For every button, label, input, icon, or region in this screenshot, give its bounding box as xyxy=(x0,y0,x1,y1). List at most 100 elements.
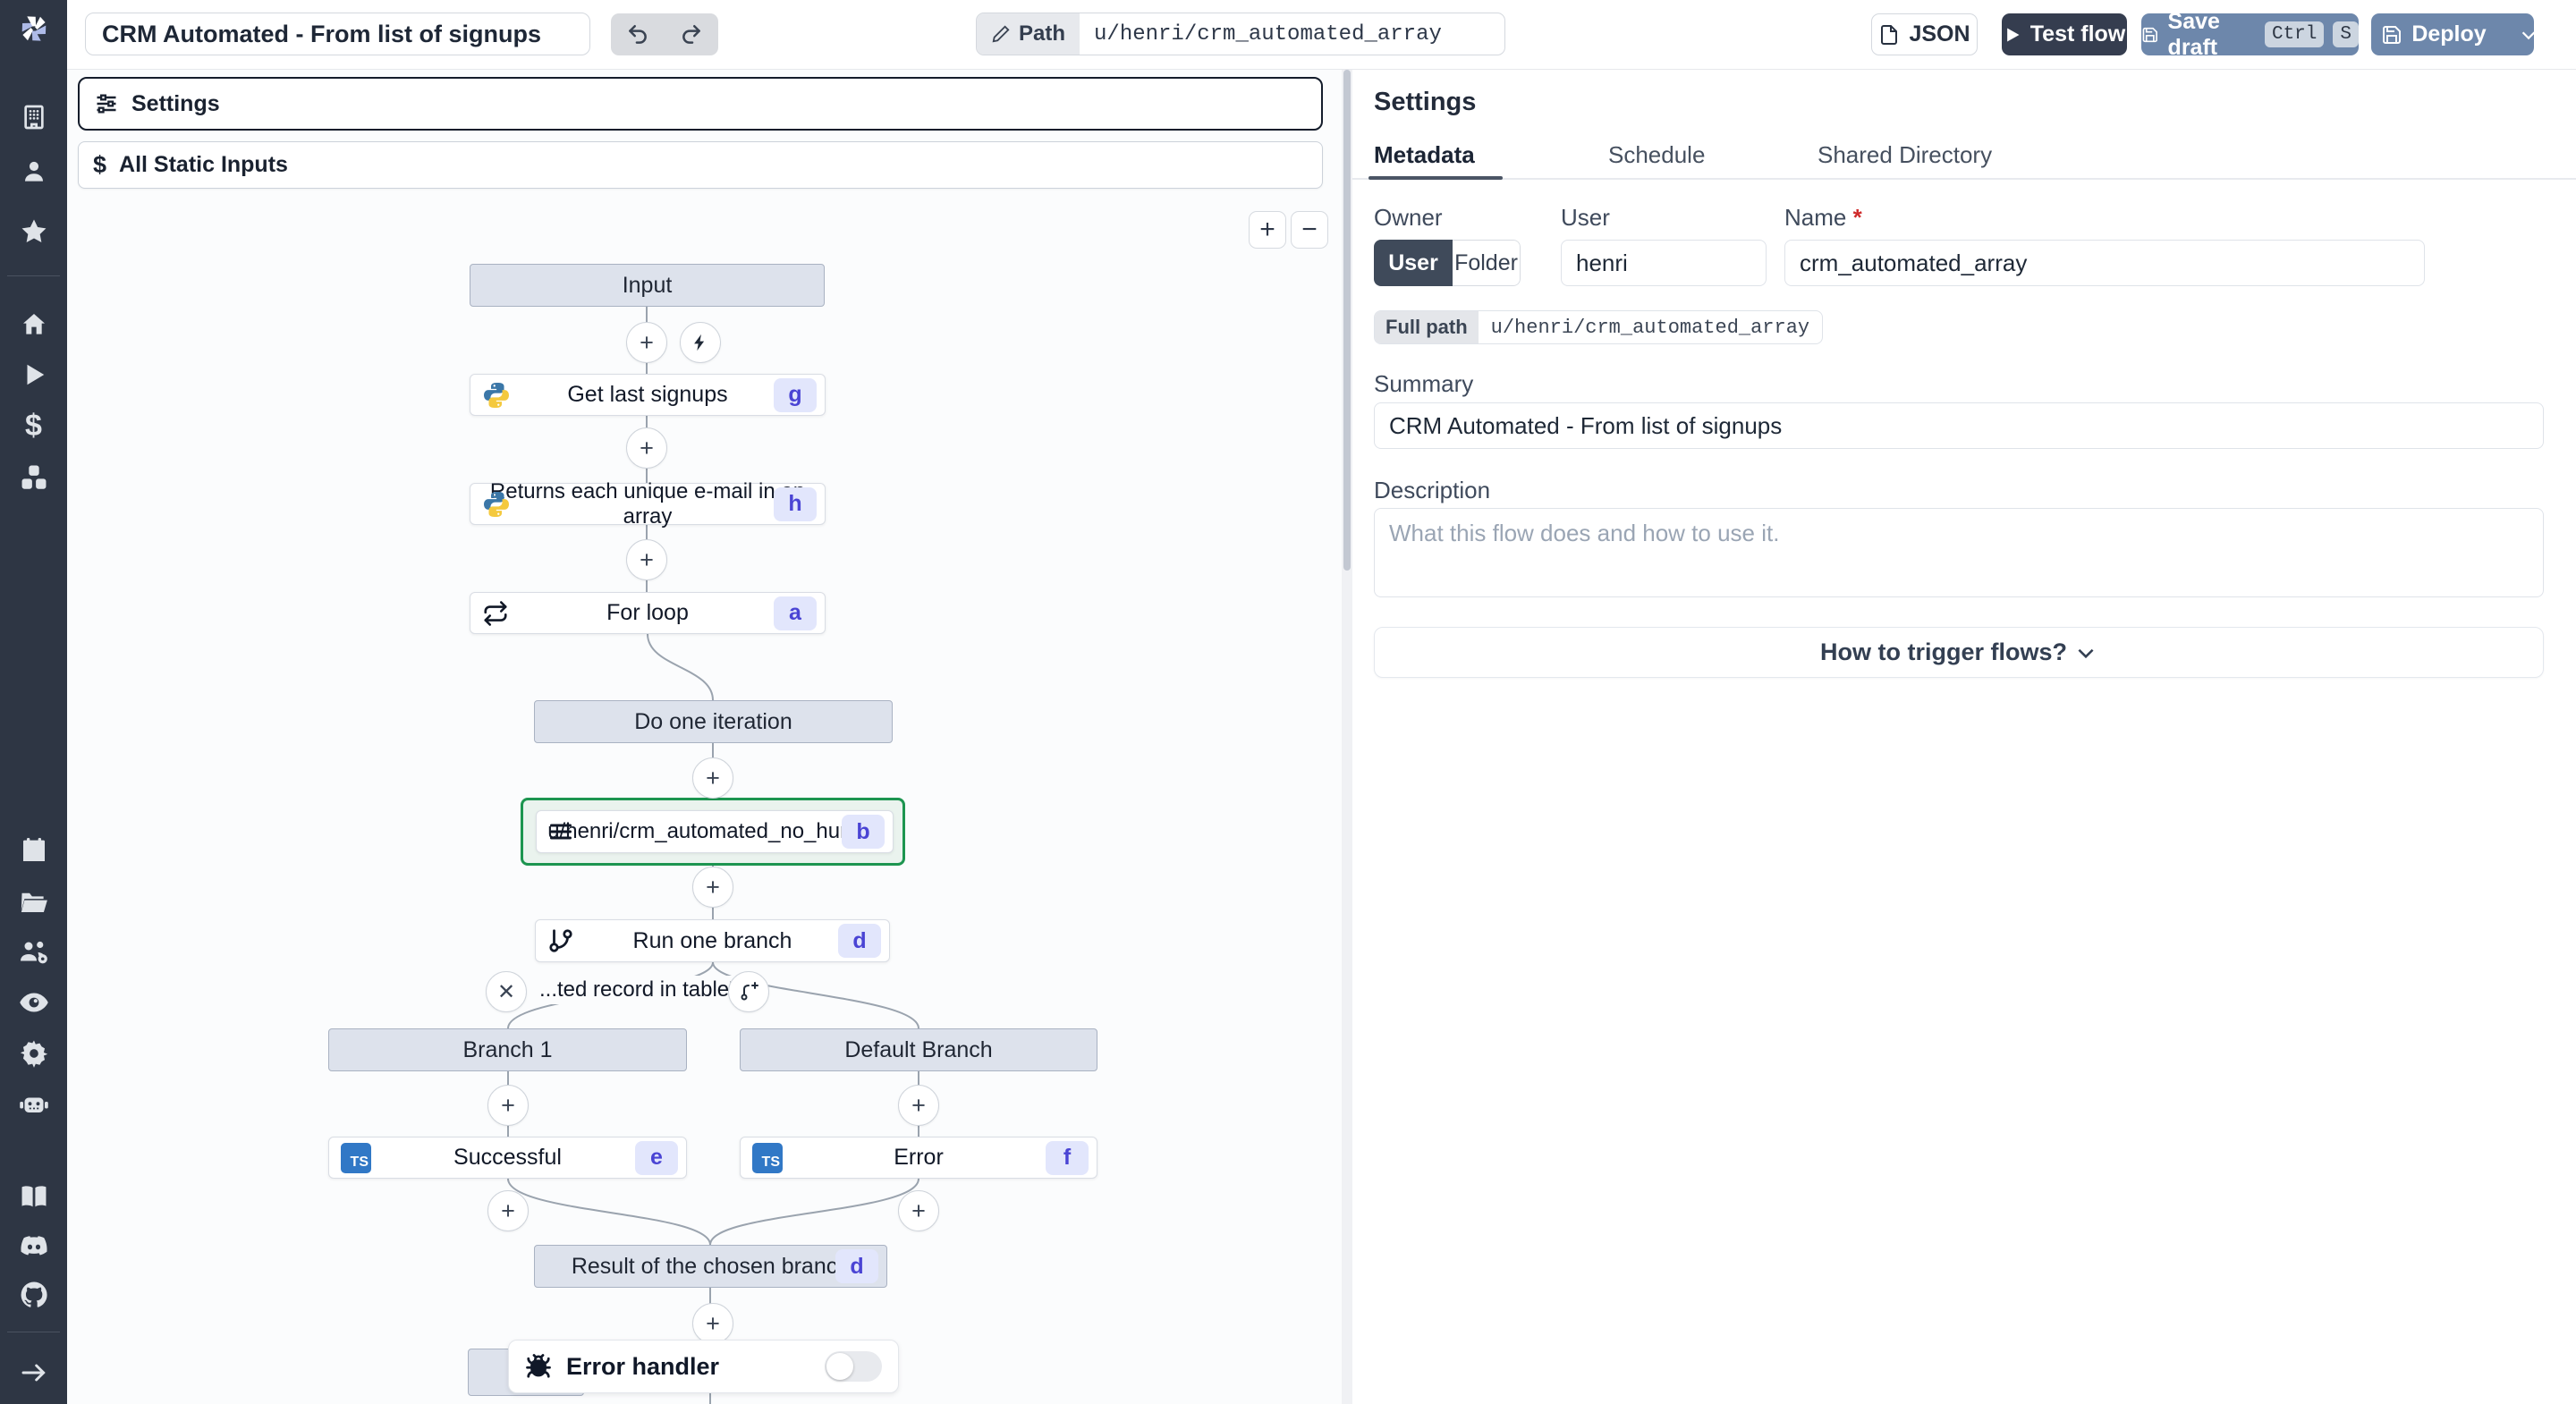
discord-icon[interactable] xyxy=(0,1229,67,1264)
branch-plus-icon xyxy=(741,982,758,1001)
node-successful[interactable]: TS Successful e xyxy=(328,1137,687,1179)
favorites-star-icon[interactable] xyxy=(0,214,67,250)
home-icon[interactable] xyxy=(0,307,67,343)
kbd-s: S xyxy=(2333,21,2359,47)
node-get-last-signups[interactable]: Get last signups g xyxy=(470,374,826,416)
pencil-icon xyxy=(992,25,1010,43)
tab-schedule[interactable]: Schedule xyxy=(1608,141,1705,169)
owner-segmented-control: User Folder xyxy=(1374,240,1521,286)
groups-icon[interactable] xyxy=(0,934,67,969)
node-returns-emails[interactable]: Returns each unique e-mail in an array h xyxy=(470,479,826,529)
bug-icon xyxy=(526,1354,551,1378)
resources-cubes-icon[interactable] xyxy=(0,460,67,495)
error-handler-card[interactable]: Error handler xyxy=(508,1340,899,1393)
redo-button[interactable] xyxy=(665,13,718,55)
add-step-button[interactable]: + xyxy=(898,1085,939,1126)
flow-title-input[interactable] xyxy=(85,13,590,55)
test-flow-button[interactable]: Test flow xyxy=(2002,13,2127,55)
how-to-trigger-button[interactable]: How to trigger flows? xyxy=(1374,627,2544,678)
description-textarea[interactable] xyxy=(1374,508,2544,597)
panel-divider-scrollbar[interactable] xyxy=(1342,70,1352,1404)
json-button[interactable]: JSON xyxy=(1871,13,1978,55)
trigger-zap-button[interactable] xyxy=(680,322,721,363)
add-step-button[interactable]: + xyxy=(626,322,667,363)
play-icon xyxy=(2006,28,2020,41)
settings-panel: Settings Metadata Schedule Shared Direct… xyxy=(1352,70,2576,1404)
undo-button[interactable] xyxy=(611,13,665,55)
add-step-button[interactable]: + xyxy=(692,757,733,799)
node-branch-1[interactable]: Branch 1 xyxy=(328,1028,687,1071)
python-icon xyxy=(482,381,511,410)
schedules-calendar-icon[interactable] xyxy=(0,833,67,868)
rail-divider xyxy=(7,275,60,276)
topbar: Path u/henri/crm_automated_array JSON Te… xyxy=(67,0,2576,70)
path-value[interactable]: u/henri/crm_automated_array xyxy=(1080,13,1456,55)
save-draft-button[interactable]: Save draft Ctrl S xyxy=(2141,9,2359,60)
owner-folder-option[interactable]: Folder xyxy=(1453,240,1521,286)
variables-dollar-icon[interactable]: $ xyxy=(0,408,67,444)
node-branch-result[interactable]: Result of the chosen branch d xyxy=(534,1245,887,1288)
scrollbar-thumb[interactable] xyxy=(1343,70,1351,571)
summary-input[interactable] xyxy=(1374,402,2544,449)
undo-redo-group xyxy=(611,13,718,55)
github-icon[interactable] xyxy=(0,1277,67,1313)
add-step-button[interactable]: + xyxy=(487,1085,529,1126)
left-sidebar: $ xyxy=(0,0,67,1404)
step-id-badge: d xyxy=(835,1249,878,1283)
add-step-button[interactable]: + xyxy=(626,427,667,469)
full-path-field: Full path u/henri/crm_automated_array xyxy=(1374,310,1824,344)
docs-book-icon[interactable] xyxy=(0,1179,67,1214)
user-input[interactable] xyxy=(1561,240,1767,286)
add-step-button[interactable]: + xyxy=(692,867,733,908)
add-step-button[interactable]: + xyxy=(487,1190,529,1231)
runs-play-icon[interactable] xyxy=(0,357,67,393)
step-id-badge: b xyxy=(842,815,885,849)
step-id-badge: d xyxy=(838,924,881,958)
add-step-button[interactable]: + xyxy=(626,539,667,580)
add-step-button[interactable]: + xyxy=(692,1303,733,1344)
add-step-button[interactable]: + xyxy=(898,1190,939,1231)
workspace-icon[interactable] xyxy=(0,99,67,135)
owner-label: Owner xyxy=(1374,204,1443,231)
node-do-one-iteration[interactable]: Do one iteration xyxy=(534,700,893,743)
step-id-badge: a xyxy=(774,596,817,630)
path-field[interactable]: Path u/henri/crm_automated_array xyxy=(976,13,1505,55)
remove-branch-button[interactable]: ✕ xyxy=(486,971,527,1012)
repeat-icon xyxy=(482,600,509,627)
audit-eye-icon[interactable] xyxy=(0,985,67,1020)
tab-metadata[interactable]: Metadata xyxy=(1374,141,1475,169)
flow-editor-panel: Settings $ All Static Inputs + − Input + xyxy=(67,70,1342,1404)
branch-condition-label: ...ted record in table' xyxy=(532,976,741,1004)
settings-gear-icon[interactable] xyxy=(0,1036,67,1071)
folders-icon[interactable] xyxy=(0,884,67,919)
deploy-dropdown-button[interactable] xyxy=(2519,13,2538,55)
node-default-branch[interactable]: Default Branch xyxy=(740,1028,1097,1071)
chevron-down-icon xyxy=(2521,30,2535,39)
typescript-icon: TS xyxy=(752,1142,783,1173)
error-handler-toggle[interactable] xyxy=(825,1351,882,1382)
step-id-badge: f xyxy=(1046,1140,1089,1175)
name-label: Name * xyxy=(1784,204,1862,231)
settings-tabbar: Metadata Schedule Shared Directory xyxy=(1352,134,2576,180)
name-input[interactable] xyxy=(1784,240,2425,286)
windmill-logo[interactable] xyxy=(0,11,67,47)
node-for-loop[interactable]: For loop a xyxy=(470,592,826,634)
selected-node-outline: u/henri/crm_automated_no_human b xyxy=(521,798,905,866)
description-label: Description xyxy=(1374,477,1491,503)
full-path-value: u/henri/crm_automated_array xyxy=(1490,316,1810,339)
save-icon xyxy=(2383,25,2402,44)
node-subflow[interactable]: u/henri/crm_automated_no_human b xyxy=(536,810,894,853)
tab-shared-directory[interactable]: Shared Directory xyxy=(1818,141,1992,169)
path-label: Path xyxy=(977,13,1080,55)
user-icon[interactable] xyxy=(0,154,67,190)
owner-user-option[interactable]: User xyxy=(1374,240,1453,286)
node-error[interactable]: TS Error f xyxy=(740,1137,1097,1179)
deploy-button[interactable]: Deploy xyxy=(2367,13,2500,55)
collapse-arrow-icon[interactable] xyxy=(0,1355,67,1391)
error-handler-label: Error handler xyxy=(566,1352,720,1380)
node-run-one-branch[interactable]: Run one branch d xyxy=(535,919,890,962)
workers-robot-icon[interactable] xyxy=(0,1087,67,1122)
step-id-badge: g xyxy=(774,377,817,412)
add-branch-button[interactable] xyxy=(728,971,769,1012)
node-input[interactable]: Input xyxy=(470,264,825,307)
